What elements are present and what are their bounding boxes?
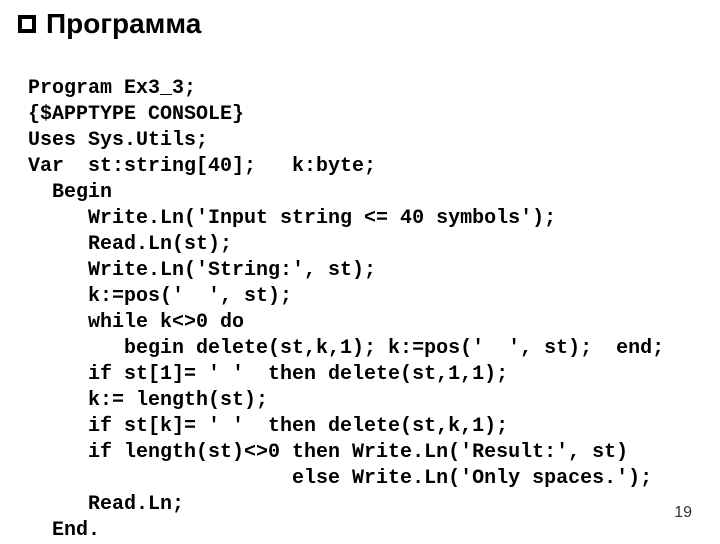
code-line: Var st:string[40]; k:byte; bbox=[28, 155, 376, 178]
code-line: if length(st)<>0 then Write.Ln('Result:'… bbox=[28, 441, 628, 464]
code-line: if st[k]= ' ' then delete(st,k,1); bbox=[28, 415, 508, 438]
code-line: k:=pos(' ', st); bbox=[28, 285, 292, 308]
code-line: begin delete(st,k,1); k:=pos(' ', st); e… bbox=[28, 337, 664, 360]
code-line: {$APPTYPE CONSOLE} bbox=[28, 103, 244, 126]
code-line: if st[1]= ' ' then delete(st,1,1); bbox=[28, 363, 508, 386]
code-line: Read.Ln(st); bbox=[28, 233, 232, 256]
page-number: 19 bbox=[674, 504, 692, 522]
code-line: Write.Ln('String:', st); bbox=[28, 259, 376, 282]
code-block: Program Ex3_3; {$APPTYPE CONSOLE} Uses S… bbox=[28, 50, 700, 544]
code-line: Uses Sys.Utils; bbox=[28, 129, 208, 152]
code-line: End. bbox=[28, 519, 100, 542]
code-line: else Write.Ln('Only spaces.'); bbox=[28, 467, 652, 490]
title-row: Программа bbox=[28, 8, 700, 40]
slide: Программа Program Ex3_3; {$APPTYPE CONSO… bbox=[0, 0, 720, 540]
slide-title: Программа bbox=[46, 8, 201, 40]
code-line: Program Ex3_3; bbox=[28, 77, 196, 100]
code-line: Read.Ln; bbox=[28, 493, 184, 516]
code-line: while k<>0 do bbox=[28, 311, 244, 334]
bullet-icon bbox=[18, 15, 36, 33]
code-line: k:= length(st); bbox=[28, 389, 268, 412]
code-line: Begin bbox=[28, 181, 112, 204]
code-line: Write.Ln('Input string <= 40 symbols'); bbox=[28, 207, 556, 230]
